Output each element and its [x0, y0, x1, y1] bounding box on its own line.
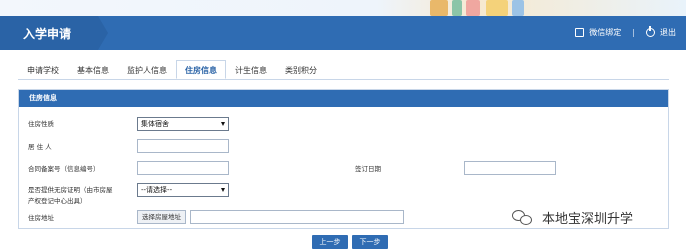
watermark-text: 本地宝深圳升学	[542, 212, 634, 227]
banner-decoration	[452, 0, 462, 16]
wechat-bind-icon	[575, 28, 585, 37]
banner-decoration	[512, 0, 524, 16]
no-house-proof-value: --请选择--	[141, 186, 173, 194]
resident-label: 居 住 人	[28, 143, 52, 151]
contract-number-input[interactable]	[137, 161, 229, 175]
tab-bar: 申请学校 基本信息 监护人信息 住房信息 计生信息 类别积分	[18, 60, 326, 80]
banner-decoration	[430, 0, 448, 16]
no-house-proof-select[interactable]: --请选择--	[137, 183, 229, 197]
tab-category-points[interactable]: 类别积分	[276, 60, 326, 79]
tab-apply-school[interactable]: 申请学校	[18, 60, 68, 79]
banner-decoration	[486, 0, 508, 16]
next-step-button[interactable]: 下一步	[352, 235, 388, 249]
top-banner	[0, 0, 686, 16]
tab-housing-info[interactable]: 住房信息	[176, 60, 226, 79]
contract-number-label: 合同备案号（信息编号）	[28, 165, 100, 173]
app-header: 入学申请 微信绑定 | 退出	[0, 16, 686, 50]
tabs-divider	[18, 79, 669, 80]
wechat-bind-link[interactable]: 微信绑定	[589, 27, 621, 38]
banner-decoration	[466, 0, 480, 16]
resident-input[interactable]	[137, 139, 229, 153]
logout-icon	[646, 26, 655, 37]
address-input[interactable]	[190, 210, 404, 224]
chevron-down-icon	[221, 122, 225, 126]
select-address-button[interactable]: 选择房屋地址	[137, 210, 186, 224]
watermark: 本地宝深圳升学	[512, 208, 633, 227]
page-title: 入学申请	[23, 27, 72, 41]
housing-type-select[interactable]: 集体宿舍	[137, 117, 229, 131]
sign-date-label: 签订日期	[355, 165, 381, 173]
panel-title: 住房信息	[19, 90, 668, 107]
header-separator: |	[632, 28, 635, 37]
chevron-down-icon	[221, 188, 225, 192]
header-actions: 微信绑定 | 退出	[575, 26, 676, 38]
proof-label-line1: 是否提供无房证明（由市房屋	[28, 186, 113, 194]
housing-type-label: 住房性质	[28, 120, 54, 128]
housing-type-value: 集体宿舍	[141, 120, 169, 128]
address-label: 住房地址	[28, 214, 54, 222]
logout-link[interactable]: 退出	[660, 27, 676, 38]
tab-guardian-info[interactable]: 监护人信息	[118, 60, 176, 79]
sign-date-input[interactable]	[464, 161, 556, 175]
tab-basic-info[interactable]: 基本信息	[68, 60, 118, 79]
tab-family-planning[interactable]: 计生信息	[226, 60, 276, 79]
prev-step-button[interactable]: 上一步	[312, 235, 348, 249]
wechat-icon	[512, 209, 534, 227]
proof-label-line2: 产权登记中心出具）	[28, 197, 87, 205]
